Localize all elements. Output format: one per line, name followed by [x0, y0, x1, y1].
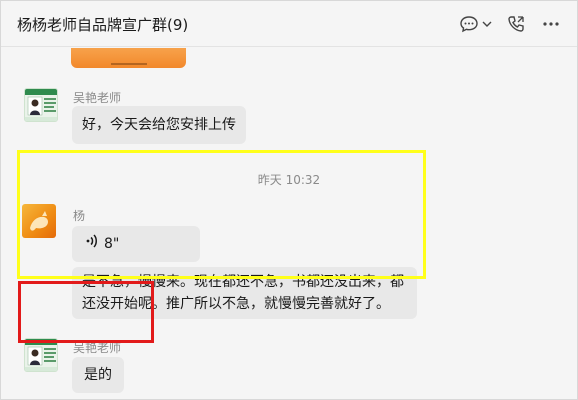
- sender-name: 吴艳老师: [73, 91, 122, 105]
- voice-wave-icon: [86, 233, 98, 255]
- message-bubble[interactable]: 好，今天会给您安排上传: [72, 106, 246, 144]
- chevron-down-icon[interactable]: [481, 14, 493, 34]
- sender-name: 杨: [73, 209, 86, 223]
- chat-header: 杨杨老师自品牌宣广群(9): [1, 1, 577, 47]
- sender-name: 吴艳老师: [73, 341, 122, 355]
- chat-bubble-icon[interactable]: [459, 14, 479, 34]
- shared-card-preview[interactable]: [71, 48, 186, 68]
- message-text-line: 是不急，慢慢来。现在都还不急，书都还没出来，都: [82, 274, 404, 290]
- chat-title: 杨杨老师自品牌宣广群(9): [17, 16, 189, 34]
- voice-duration: 8": [104, 236, 120, 252]
- message-bubble[interactable]: 是的: [72, 357, 124, 393]
- message-text-line: 还没开始呢。推广所以不急，就慢慢完善就好了。: [82, 296, 390, 312]
- phone-icon[interactable]: [506, 14, 526, 34]
- message-list[interactable]: 吴艳老师 好，今天会给您安排上传 昨天 10:32 杨 8" 是不急，慢慢来。现…: [1, 48, 577, 399]
- avatar[interactable]: [24, 88, 58, 122]
- message-bubble[interactable]: 是不急，慢慢来。现在都还不急，书都还没出来，都 还没开始呢。推广所以不急，就慢慢…: [72, 267, 417, 319]
- more-icon[interactable]: [541, 14, 561, 34]
- avatar[interactable]: [22, 204, 56, 238]
- voice-message-bubble[interactable]: 8": [72, 226, 200, 262]
- time-divider: 昨天 10:32: [257, 173, 321, 187]
- avatar[interactable]: [24, 338, 58, 372]
- chat-window: 杨杨老师自品牌宣广群(9) 吴艳老师 好，今天会给您安排上传 昨天 10:32 …: [0, 0, 578, 400]
